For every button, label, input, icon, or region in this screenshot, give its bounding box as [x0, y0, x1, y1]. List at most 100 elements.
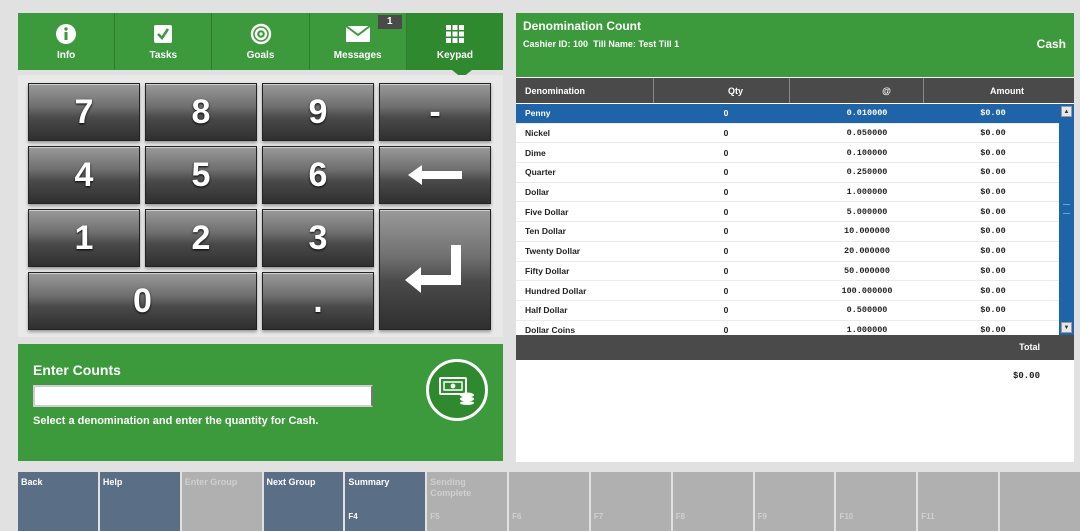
key-6[interactable]: 6 — [262, 146, 374, 204]
amount-cell: $0.00 — [980, 147, 1006, 158]
rate-cell: 1.000000 — [846, 324, 888, 335]
rate-cell: 0.050000 — [846, 128, 888, 139]
scroll-up-button[interactable]: ▲ — [1061, 106, 1072, 117]
rate-cell: 0.500000 — [846, 305, 888, 316]
table-row[interactable]: Five Dollar 0 5.000000 $0.00 — [516, 202, 1059, 223]
qty-cell: 0 — [723, 246, 729, 257]
tab-keypad-label: Keypad — [436, 50, 473, 61]
numeric-keypad: 7 8 9 - 4 5 6 1 2 3 0 . — [18, 75, 503, 337]
denomination-cell: Nickel — [525, 128, 551, 139]
function-key-9[interactable]: F8 — [672, 472, 753, 531]
envelope-icon — [345, 22, 371, 46]
column-header-denomination[interactable]: Denomination — [516, 78, 654, 103]
tab-info-label: Info — [56, 50, 76, 61]
total-value: $0.00 — [1012, 371, 1040, 381]
amount-cell: $0.00 — [980, 285, 1006, 296]
till-label: Till Name: — [593, 39, 636, 49]
function-key-code: F5 — [430, 512, 440, 521]
qty-cell: 0 — [723, 108, 729, 119]
key-backspace[interactable] — [379, 146, 491, 204]
tab-bar: Info Tasks Goals 1 Messages Keypad — [18, 13, 504, 70]
tab-info[interactable]: Info — [18, 13, 116, 70]
table-row[interactable]: Quarter 0 0.250000 $0.00 — [516, 163, 1059, 183]
denomination-list: Penny 0 0.010000 $0.00 Nickel 0 0.050000 $0.00 D… — [516, 104, 1059, 335]
function-key-6[interactable]: Sending Complete F5 — [427, 472, 508, 531]
key-2[interactable]: 2 — [145, 209, 257, 267]
table-header: Denomination Qty @ Amount — [516, 78, 1074, 103]
rate-cell: 100.000000 — [841, 285, 893, 296]
amount-cell: $0.00 — [980, 305, 1006, 316]
tab-goals[interactable]: Goals — [212, 13, 310, 70]
function-key-4[interactable]: Next Group — [263, 472, 344, 531]
scroll-down-button[interactable]: ▼ — [1061, 322, 1072, 333]
function-key-10[interactable]: F9 — [754, 472, 835, 531]
function-key-label: Summary — [348, 477, 390, 487]
enter-counts-title: Enter Counts — [33, 362, 121, 378]
function-key-11[interactable]: F10 — [836, 472, 917, 531]
tab-messages[interactable]: 1 Messages — [310, 13, 407, 70]
key-minus[interactable]: - — [379, 83, 491, 141]
denomination-cell: Half Dollar — [525, 305, 568, 316]
table-row[interactable]: Ten Dollar 0 10.000000 $0.00 — [516, 222, 1059, 242]
table-row[interactable]: Twenty Dollar 0 20.000000 $0.00 — [516, 242, 1059, 262]
column-header-rate[interactable]: @ — [790, 78, 924, 103]
qty-cell: 0 — [723, 265, 729, 276]
rate-cell: 1.000000 — [846, 187, 888, 198]
table-row[interactable]: Half Dollar 0 0.500000 $0.00 — [516, 301, 1059, 321]
table-row[interactable]: Nickel 0 0.050000 $0.00 — [516, 124, 1059, 144]
function-key-5[interactable]: Summary F4 — [345, 472, 426, 531]
qty-cell: 0 — [723, 147, 729, 158]
total-bar: Total — [516, 335, 1074, 360]
key-decimal[interactable]: . — [262, 272, 374, 330]
count-input[interactable] — [33, 385, 373, 407]
rate-cell: 50.000000 — [844, 265, 890, 276]
function-key-13[interactable] — [1000, 472, 1080, 531]
key-9[interactable]: 9 — [262, 83, 374, 141]
function-key-7[interactable]: F6 — [509, 472, 589, 531]
function-key-8[interactable]: F7 — [590, 472, 671, 531]
table-row[interactable]: Dollar 0 1.000000 $0.00 — [516, 183, 1059, 203]
key-0[interactable]: 0 — [28, 272, 257, 330]
panel-title: Denomination Count — [523, 19, 641, 33]
function-key-12[interactable]: F11 — [918, 472, 999, 531]
function-key-label: Next Group — [266, 477, 316, 487]
list-scrollbar[interactable]: ▲ ▼ — [1059, 104, 1074, 335]
key-7[interactable]: 7 — [28, 83, 140, 141]
key-3[interactable]: 3 — [262, 209, 374, 267]
table-row[interactable]: Dime 0 0.100000 $0.00 — [516, 143, 1059, 164]
key-8[interactable]: 8 — [145, 83, 257, 141]
table-row[interactable]: Fifty Dollar 0 50.000000 $0.00 — [516, 262, 1059, 282]
key-5[interactable]: 5 — [145, 146, 257, 204]
tab-tasks[interactable]: Tasks — [115, 13, 213, 70]
key-4[interactable]: 4 — [28, 146, 140, 204]
function-key-3[interactable]: Enter Group — [181, 472, 262, 531]
function-key-2[interactable]: Help — [99, 472, 180, 531]
table-row[interactable]: Hundred Dollar 0 100.000000 $0.00 — [516, 281, 1059, 301]
cashier-id: 100 — [573, 39, 589, 49]
table-row[interactable]: Penny 0 0.010000 $0.00 — [516, 104, 1059, 124]
function-key-1[interactable]: Back — [18, 472, 98, 531]
function-key-code: F10 — [839, 512, 854, 521]
denomination-cell: Penny — [525, 108, 551, 119]
cash-count-button[interactable] — [426, 359, 488, 421]
denomination-cell: Fifty Dollar — [525, 265, 570, 276]
key-enter[interactable] — [379, 209, 491, 330]
scroll-grip[interactable] — [1063, 204, 1070, 214]
table-row[interactable]: Dollar Coins 0 1.000000 $0.00 — [516, 321, 1059, 335]
cash-coins-icon — [439, 377, 474, 405]
amount-cell: $0.00 — [980, 108, 1006, 119]
cashier-till-info: Cashier ID: 100 Till Name: Test Till 1 — [523, 39, 679, 49]
function-key-code: F11 — [921, 512, 935, 521]
function-key-label: Help — [102, 477, 123, 487]
amount-cell: $0.00 — [980, 246, 1006, 257]
denomination-header: Denomination Count Cashier ID: 100 Till … — [516, 13, 1074, 77]
tab-keypad[interactable]: Keypad — [406, 13, 504, 70]
rate-cell: 5.000000 — [846, 206, 888, 217]
target-icon — [250, 22, 272, 46]
denomination-cell: Five Dollar — [525, 206, 569, 217]
column-header-amount[interactable]: Amount — [924, 78, 1074, 103]
denomination-cell: Quarter — [525, 167, 556, 178]
cashier-label: Cashier ID: — [523, 39, 571, 49]
key-1[interactable]: 1 — [28, 209, 140, 267]
column-header-qty[interactable]: Qty — [654, 78, 790, 103]
